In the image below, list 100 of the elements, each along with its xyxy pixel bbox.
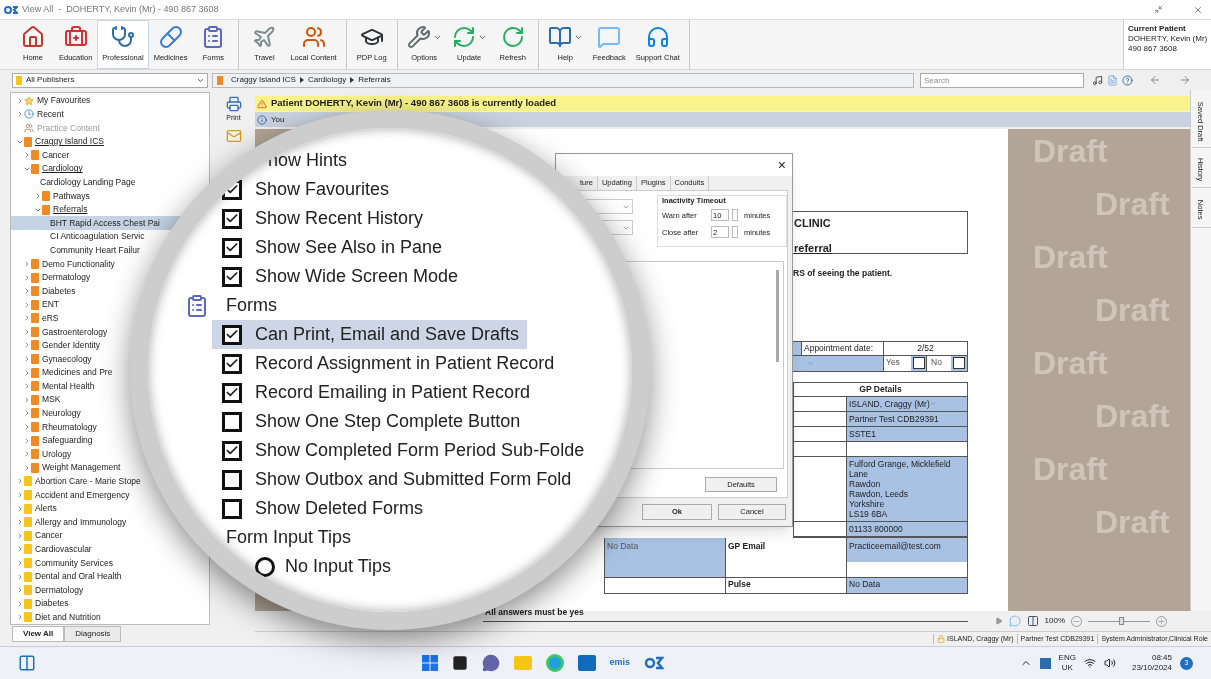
tree-item[interactable]: eRS bbox=[11, 311, 61, 326]
network-icon[interactable] bbox=[1083, 657, 1096, 669]
tree-item[interactable]: Allergy and Immunology bbox=[11, 515, 129, 529]
section-heading: Form Input Tips bbox=[226, 526, 352, 549]
form-field[interactable]: Practiceemail@test.com bbox=[847, 537, 967, 562]
app-logo[interactable]: emis bbox=[609, 656, 631, 670]
section-heading: GP Details bbox=[794, 382, 967, 397]
chevron-right-icon[interactable] bbox=[34, 191, 42, 200]
folder-icon bbox=[31, 286, 39, 297]
form-subtitle: referral bbox=[794, 240, 833, 256]
search-field[interactable]: Search bbox=[920, 72, 1084, 88]
tree-item[interactable]: Dermatology bbox=[11, 270, 93, 285]
yes-checkbox[interactable] bbox=[912, 357, 925, 370]
forward-icon[interactable] bbox=[1179, 74, 1191, 86]
close-button[interactable]: × bbox=[777, 158, 786, 172]
zoom-in-icon[interactable] bbox=[1156, 615, 1167, 627]
tree-item[interactable]: Weight Management bbox=[11, 461, 123, 475]
no-checkbox[interactable] bbox=[953, 357, 965, 370]
folder-icon bbox=[31, 449, 39, 460]
folder-icon bbox=[24, 517, 32, 528]
start-icon[interactable] bbox=[421, 655, 438, 671]
printer-icon[interactable] bbox=[225, 96, 242, 112]
spinner-icon[interactable] bbox=[732, 209, 738, 222]
app-logo-icon[interactable] bbox=[644, 655, 665, 671]
tree-item[interactable]: ENT bbox=[11, 297, 61, 312]
zoom-slider[interactable] bbox=[1088, 616, 1150, 626]
mail-app-icon[interactable] bbox=[577, 655, 596, 671]
speaker-icon[interactable] bbox=[1103, 657, 1116, 669]
tree-item[interactable]: Urology bbox=[11, 447, 74, 462]
tree-item[interactable]: Demo Functionality bbox=[11, 257, 117, 271]
tree-item[interactable]: Diabetes bbox=[11, 284, 78, 298]
tree-item[interactable]: Cancer bbox=[11, 529, 65, 543]
caret-icon bbox=[929, 400, 937, 408]
envelope-icon[interactable] bbox=[225, 127, 242, 144]
tree-item[interactable]: Cardiology bbox=[11, 161, 85, 176]
browser-icon[interactable] bbox=[545, 654, 564, 672]
folder-icon bbox=[217, 75, 223, 85]
tree-item[interactable]: My Favourites bbox=[11, 94, 93, 108]
form-field[interactable]: No Data bbox=[605, 537, 726, 577]
tree-item[interactable]: Mental Health bbox=[11, 379, 97, 394]
spinner-icon[interactable] bbox=[732, 226, 738, 239]
tree-item[interactable]: Diabetes bbox=[11, 596, 71, 611]
help-icon[interactable] bbox=[1122, 74, 1133, 86]
clock-date[interactable]: 23/10/2024 bbox=[1131, 663, 1172, 673]
tree-item[interactable]: Pathways bbox=[11, 189, 92, 203]
tree-item[interactable]: MSK bbox=[11, 393, 63, 407]
tree-item[interactable]: Medicines and Pre bbox=[11, 365, 115, 380]
tree-item[interactable]: Accident and Emergency bbox=[11, 488, 132, 502]
sidebar-tab[interactable]: View All bbox=[12, 626, 65, 642]
breadcrumb-link[interactable]: Cardiology bbox=[307, 74, 347, 86]
folder-icon bbox=[31, 394, 39, 405]
scrollbar-thumb[interactable] bbox=[776, 270, 779, 362]
tree-item[interactable]: Craggy Island ICS bbox=[11, 134, 106, 149]
play-icon[interactable] bbox=[994, 617, 1003, 625]
restore-icon[interactable] bbox=[1154, 5, 1163, 14]
tree-item[interactable]: Diet and Nutrition bbox=[11, 610, 103, 624]
tray-app-icon[interactable] bbox=[1039, 657, 1051, 669]
form-field[interactable]: Fulford Grange, Micklefield Lane Rawdon Rawdon, Leeds Yorkshire LS19 6BA bbox=[847, 456, 967, 521]
toolbar-icon bbox=[451, 25, 476, 50]
clock-time[interactable]: 08:45 bbox=[1151, 653, 1172, 663]
widgets-icon[interactable] bbox=[18, 654, 36, 672]
chevron-right-icon[interactable] bbox=[23, 151, 31, 160]
tree-item[interactable]: Rheumatology bbox=[11, 420, 99, 434]
tree-item[interactable]: Cardiovascular bbox=[11, 542, 94, 557]
tree-item[interactable]: Abortion Care - Marie Stope bbox=[11, 474, 143, 489]
tree-item[interactable]: Community Services bbox=[11, 556, 115, 570]
fit-page-icon[interactable] bbox=[1026, 615, 1039, 627]
publisher-dropdown[interactable]: All Publishers bbox=[12, 72, 208, 88]
tree-item[interactable]: Gender Identity bbox=[11, 338, 103, 353]
breadcrumb-link[interactable]: Referrals bbox=[358, 74, 391, 86]
tree-item[interactable]: Gynaecology bbox=[11, 352, 94, 366]
folder-icon bbox=[31, 258, 39, 269]
tree-item[interactable]: Neurology bbox=[11, 406, 83, 421]
tree-item[interactable]: Gastroenterology bbox=[11, 325, 110, 339]
language-code[interactable]: ENG bbox=[1058, 653, 1076, 663]
folder-icon bbox=[31, 462, 39, 473]
tree-item[interactable]: Alerts bbox=[11, 501, 59, 516]
region-code[interactable]: UK bbox=[1061, 663, 1073, 673]
toolbar-icon bbox=[158, 25, 183, 50]
tree-item[interactable]: Cancer bbox=[11, 148, 72, 162]
form-instruction: RS of seeing the patient. bbox=[793, 267, 894, 280]
back-icon[interactable] bbox=[1149, 74, 1161, 86]
tree-item[interactable]: Recent bbox=[11, 107, 66, 122]
breadcrumb-link[interactable]: Craggy Island ICS bbox=[231, 74, 296, 86]
triangle-right-icon bbox=[299, 77, 304, 83]
slider-thumb[interactable] bbox=[1119, 617, 1125, 625]
folder-icon bbox=[42, 204, 50, 215]
toolbar-icon bbox=[597, 25, 622, 50]
chat-icon[interactable] bbox=[481, 654, 500, 672]
tree-item[interactable]: Dermatology bbox=[11, 583, 86, 597]
close-icon[interactable] bbox=[1193, 4, 1203, 15]
tree-item[interactable]: Safeguarding bbox=[11, 433, 95, 448]
tree-item[interactable]: Referrals bbox=[11, 202, 90, 217]
note-icon[interactable] bbox=[1092, 74, 1103, 86]
sidebar-tab[interactable]: Diagnosis bbox=[64, 626, 122, 642]
tree-item[interactable]: Dental and Oral Health bbox=[11, 569, 124, 584]
task-view-icon[interactable] bbox=[451, 655, 468, 671]
toolbar-icon bbox=[111, 25, 135, 50]
comment-icon[interactable] bbox=[1008, 615, 1021, 627]
folder-icon bbox=[31, 340, 39, 351]
